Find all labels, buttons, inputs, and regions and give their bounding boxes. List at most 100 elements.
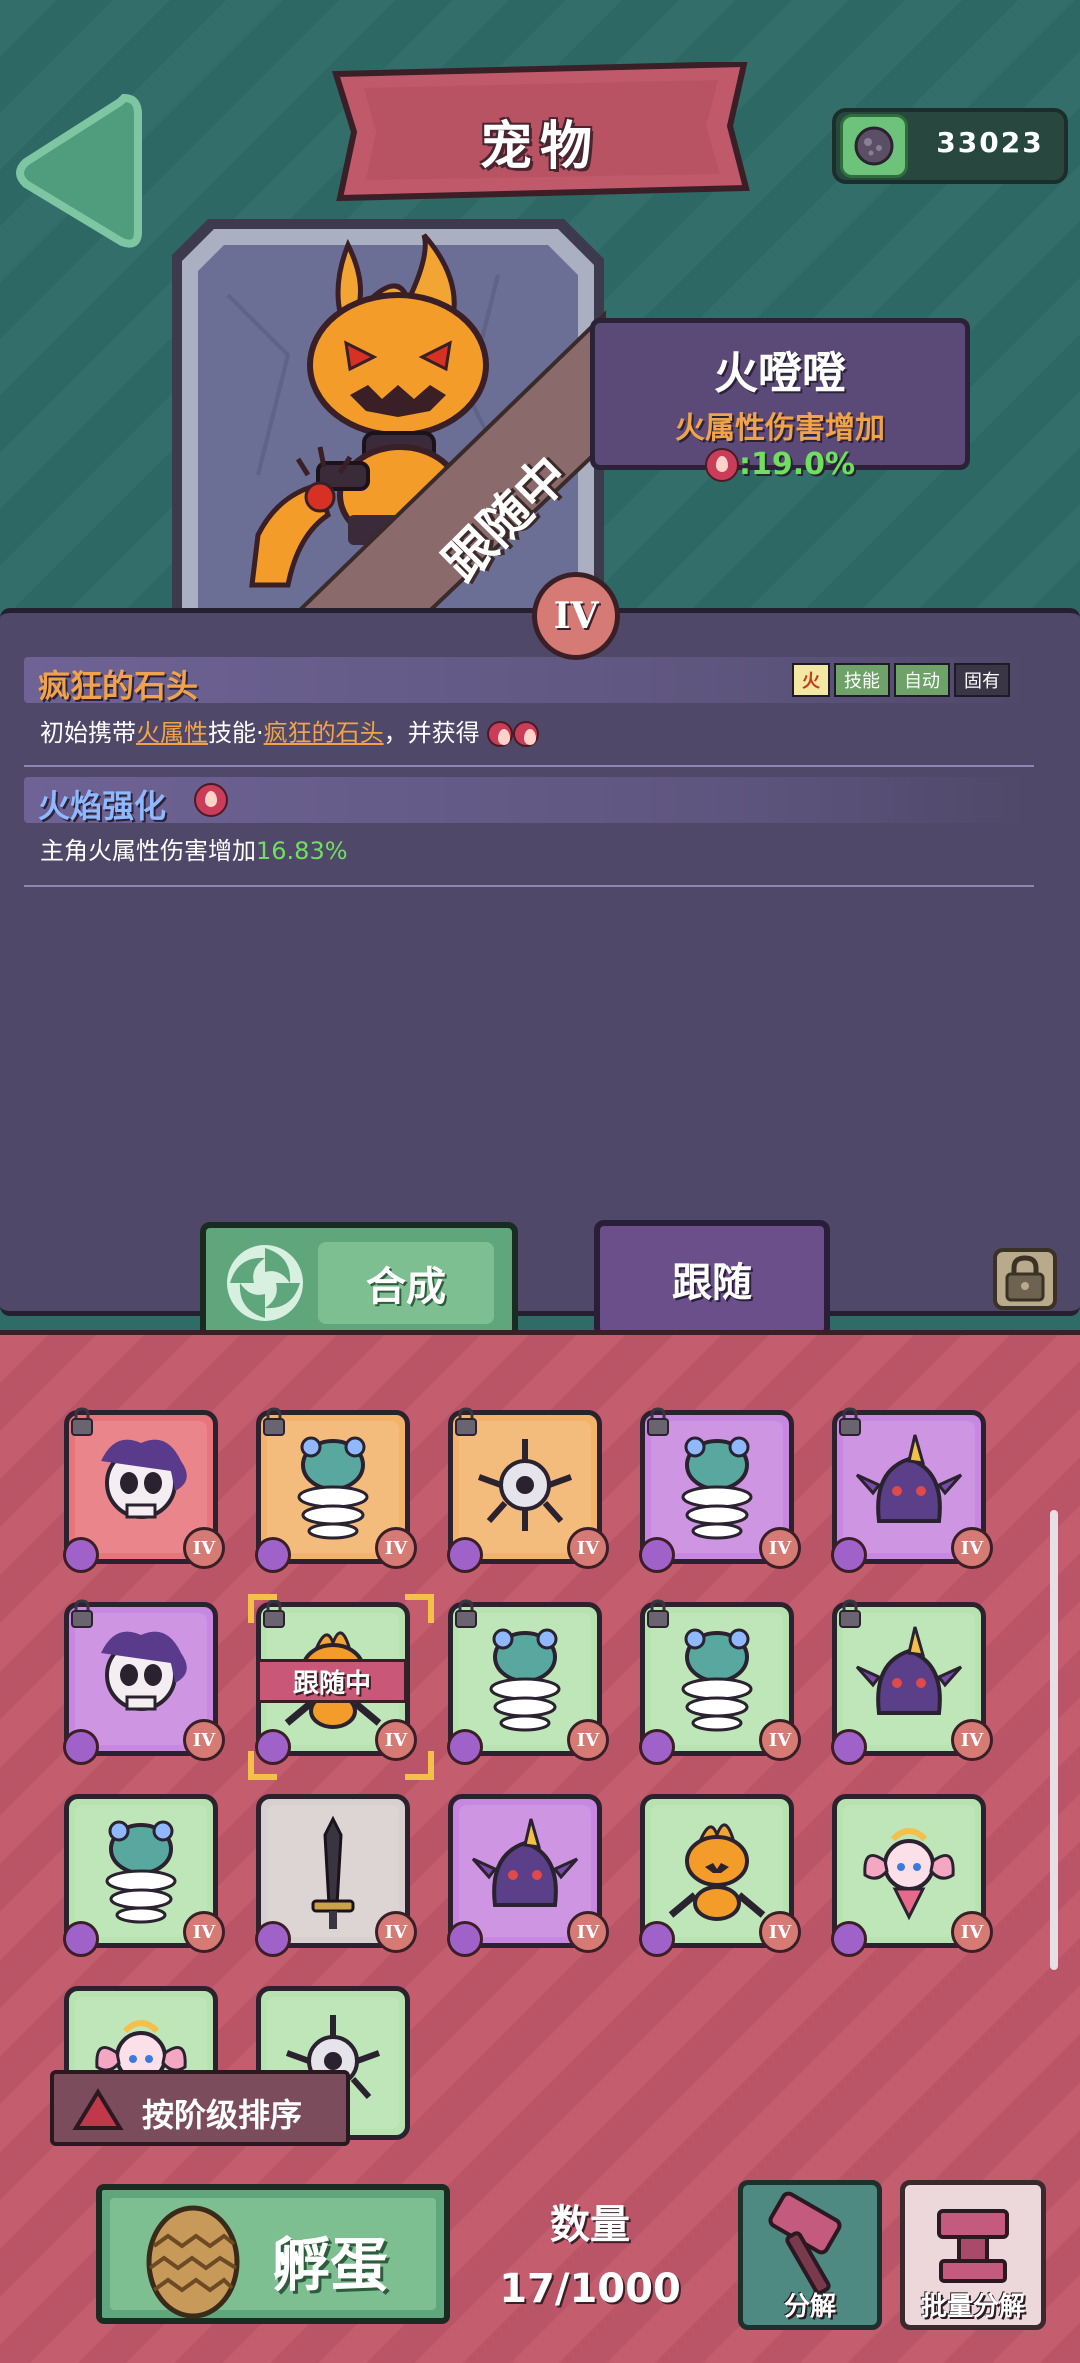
pet-slot[interactable]: IV [255,1407,417,1573]
element-type-icon [447,1537,483,1573]
pet-slot[interactable]: IV [447,1599,609,1765]
element-type-icon [255,1537,291,1573]
triangle-sort-icon [72,2088,124,2130]
slot-rank-badge: IV [375,1719,417,1761]
lock-icon [455,1407,477,1436]
element-type-icon [639,1921,675,1957]
pet-name: 火噔噔 [714,348,846,399]
element-type-icon [639,1537,675,1573]
page-title: 宠物 [479,117,600,177]
count-label: 数量 [550,2202,630,2248]
tab-synthesize-label: 合成 [318,1242,494,1324]
pet-slot[interactable]: IV [831,1599,993,1765]
slot-rank-badge: IV [951,1911,993,1953]
lock-icon [263,1599,285,1628]
slot-rank-badge: IV [567,1527,609,1569]
back-button[interactable] [12,88,142,258]
tag-innate: 固有 [954,663,1010,697]
element-type-icon [63,1921,99,1957]
hatch-egg-button[interactable]: 孵蛋 [96,2184,450,2324]
lock-icon [71,1599,93,1628]
pet-rank-badge: IV [532,572,620,660]
skill-description: 初始携带火属性技能·疯狂的石头，并获得 [40,713,540,748]
lock-icon [839,1599,861,1628]
element-type-icon [63,1729,99,1765]
lock-icon [1005,1255,1045,1302]
slot-rank-badge: IV [183,1911,225,1953]
hammer-icon [768,2191,842,2295]
lock-icon [263,1407,285,1436]
following-tag: 跟随中 [257,1659,407,1703]
currency-display[interactable]: 33023 [832,108,1068,184]
element-type-icon [447,1729,483,1765]
pet-slot[interactable]: IV [831,1407,993,1573]
slot-rank-badge: IV [375,1911,417,1953]
pet-slot[interactable]: IV [447,1407,609,1573]
anvil-icon [937,2209,1009,2283]
pet-slot[interactable]: IV [447,1794,609,1957]
tag-skill: 技能 [834,663,890,697]
fire-element-icon [704,447,739,482]
fire-element-icon [194,783,228,817]
pet-slot[interactable]: IV [255,1794,417,1957]
element-type-icon [831,1729,867,1765]
element-type-icon [447,1921,483,1957]
pet-slot[interactable]: IV [639,1407,801,1573]
slot-rank-badge: IV [759,1527,801,1569]
tab-follow[interactable]: 跟随 [594,1220,830,1338]
pet-stat-label: 火属性伤害增加 [675,411,885,446]
pet-portrait-card[interactable]: 跟随中 [168,215,608,645]
pet-slot[interactable]: IV 跟随中 [248,1594,434,1780]
element-type-icon [255,1921,291,1957]
tag-fire: 火 [792,663,830,697]
lock-icon [647,1599,669,1628]
slot-rank-badge: IV [183,1527,225,1569]
decompose-button[interactable]: 分解 [738,2180,882,2330]
pet-slot[interactable]: IV [639,1794,801,1957]
sort-label: 按阶级排序 [142,2096,303,2134]
lock-icon [839,1407,861,1436]
skill-header-1: 疯狂的石头 火 技能 自动 固有 [24,657,1034,705]
pet-stat-value: :19.0% [738,447,856,482]
pet-slot[interactable]: IV [63,1794,225,1957]
pet-slot[interactable]: IV [63,1407,225,1573]
slot-rank-badge: IV [951,1527,993,1569]
egg-icon [146,2205,240,2319]
element-type-icon [831,1537,867,1573]
element-type-icon [639,1729,675,1765]
lock-icon [647,1407,669,1436]
back-arrow-icon [16,93,142,248]
slot-rank-badge: IV [951,1719,993,1761]
lock-button[interactable] [993,1248,1057,1310]
gem-currency-icon [840,114,908,178]
slot-rank-badge: IV [759,1911,801,1953]
slot-rank-badge: IV [375,1527,417,1569]
title-banner: 宠物 [330,62,750,202]
lock-icon [455,1599,477,1628]
tag-auto: 自动 [894,663,950,697]
decompose-label: 分解 [783,2292,836,2322]
fire-element-icon [487,721,514,747]
pet-slot[interactable]: IV [639,1599,801,1765]
scrollbar[interactable] [1050,1510,1058,1970]
slot-rank-badge: IV [759,1719,801,1761]
slot-rank-badge: IV [567,1719,609,1761]
pet-slot[interactable]: IV [831,1794,993,1957]
swirl-icon [227,1245,303,1321]
slot-rank-badge: IV [183,1719,225,1761]
slot-rank-badge: IV [567,1911,609,1953]
lock-icon [71,1407,93,1436]
batch-decompose-button[interactable]: 批量分解 [900,2180,1046,2330]
divider [24,765,1034,767]
pet-info-panel: 火噔噔 火属性伤害增加 :19.0% [590,318,970,482]
pet-count: 数量 17/1000 [480,2192,700,2312]
count-value: 17/1000 [499,2266,681,2312]
sort-by-rank-button[interactable]: 按阶级排序 [50,2070,350,2146]
skill-description: 主角火属性伤害增加16.83% [40,837,348,865]
fire-element-icon [513,721,540,747]
skill-title: 火焰强化 [38,787,167,825]
pet-slot[interactable]: IV [63,1599,225,1765]
hatch-label: 孵蛋 [272,2231,389,2299]
skill-header-2: 火焰强化 [24,777,1034,825]
tab-synthesize[interactable]: 合成 [200,1222,518,1344]
